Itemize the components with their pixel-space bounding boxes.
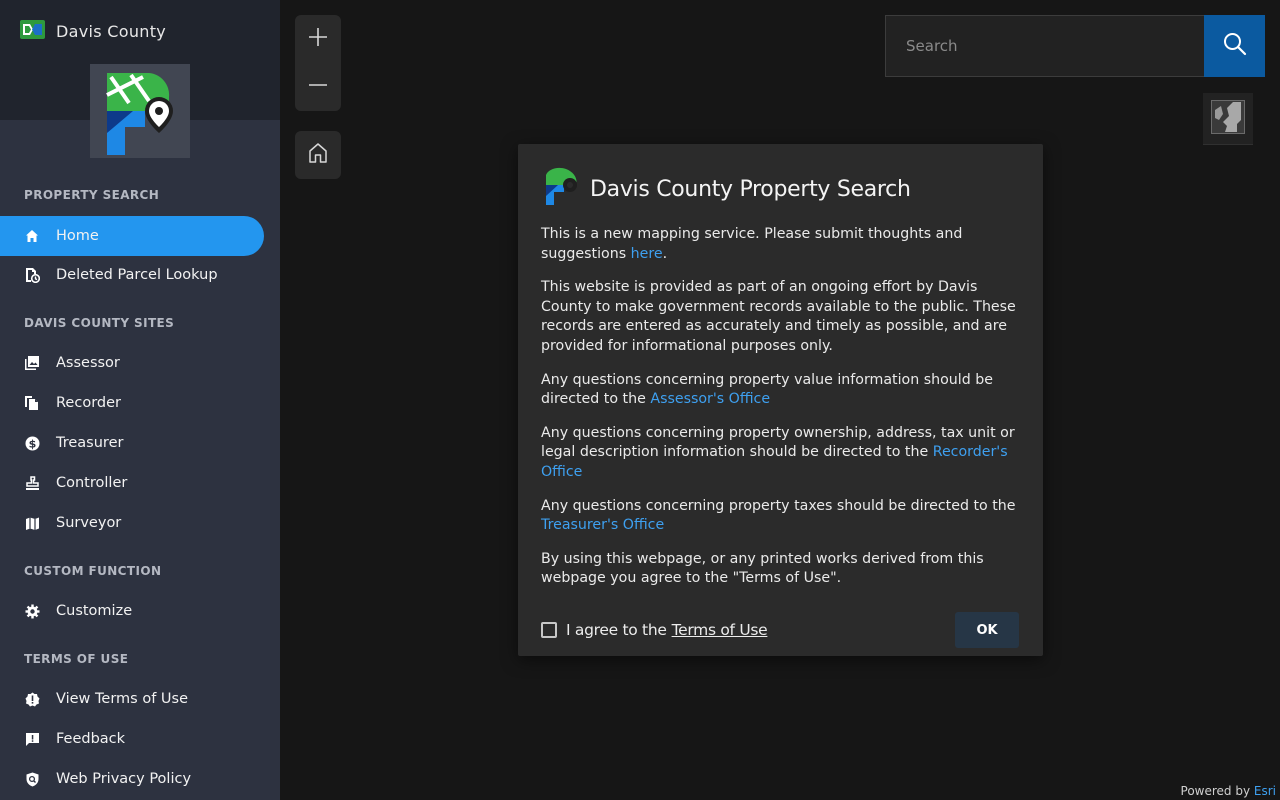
splash-dialog: Davis County Property Search This is a n… — [518, 144, 1043, 656]
dialog-title: Davis County Property Search — [590, 176, 911, 202]
section-title-property-search: PROPERTY SEARCH — [24, 188, 160, 202]
sidebar-item-recorder[interactable]: Recorder — [0, 383, 264, 423]
disclaimer-paragraph: This website is provided as part of an o… — [541, 279, 1016, 354]
ok-button[interactable]: OK — [955, 612, 1019, 648]
home-icon — [24, 228, 40, 244]
agree-label: I agree to the — [566, 621, 667, 639]
search-icon — [1223, 32, 1247, 60]
sidebar-item-label: Surveyor — [56, 515, 122, 531]
treasurer-office-link[interactable]: Treasurer's Office — [541, 517, 664, 533]
terms-agreement-paragraph: By using this webpage, or any printed wo… — [541, 550, 984, 587]
intro-end: . — [662, 245, 668, 262]
stamp-icon — [24, 475, 40, 491]
terms-of-use-link[interactable]: Terms of Use — [672, 621, 768, 639]
sidebar-item-home[interactable]: Home — [0, 216, 264, 256]
sidebar-item-label: Recorder — [56, 395, 121, 411]
minus-icon — [308, 75, 328, 99]
sidebar: Davis County PROPERTY SEARCH Home Delete… — [0, 0, 280, 800]
sidebar-item-customize[interactable]: Customize — [0, 591, 264, 631]
sidebar-item-label: Treasurer — [56, 435, 124, 451]
sidebar-item-label: Feedback — [56, 731, 126, 747]
app-title: Davis County — [56, 22, 167, 41]
sidebar-item-controller[interactable]: Controller — [0, 463, 264, 503]
intro-paragraph: This is a new mapping service. Please su… — [541, 225, 1016, 264]
home-outline-icon — [308, 142, 328, 168]
map-icon — [24, 515, 40, 531]
deleted-parcel-icon — [24, 267, 40, 283]
search-button[interactable] — [1204, 15, 1265, 77]
treasurer-paragraph: Any questions concerning property taxes … — [541, 497, 1016, 536]
dollar-icon: $ — [24, 435, 40, 451]
property-search-small-logo — [544, 167, 578, 211]
assessor-paragraph: Any questions concerning property value … — [541, 371, 1016, 410]
sidebar-item-label: Customize — [56, 603, 133, 619]
sidebar-item-label: View Terms of Use — [56, 691, 189, 707]
assessor-office-link[interactable]: Assessor's Office — [650, 391, 770, 407]
gear-icon — [24, 603, 40, 619]
sidebar-item-web-privacy-policy[interactable]: Web Privacy Policy — [0, 759, 264, 799]
default-extent-button[interactable] — [295, 131, 341, 179]
sidebar-item-label: Deleted Parcel Lookup — [56, 267, 218, 283]
svg-text:$: $ — [28, 437, 36, 450]
attribution-text: Powered by — [1180, 784, 1254, 798]
basemap-thumbnail-icon — [1211, 99, 1245, 138]
property-search-logo — [90, 64, 190, 158]
sidebar-item-label: Assessor — [56, 355, 120, 371]
alert-badge-icon — [24, 691, 40, 707]
search-widget — [885, 15, 1265, 77]
zoom-out-button[interactable] — [295, 63, 341, 111]
documents-icon — [24, 395, 40, 411]
sidebar-item-label: Web Privacy Policy — [56, 771, 192, 787]
section-title-davis-county-sites: DAVIS COUNTY SITES — [24, 316, 175, 330]
privacy-shield-icon — [24, 771, 40, 787]
agree-row: I agree to the Terms of Use — [541, 621, 768, 639]
section-title-custom-function: CUSTOM FUNCTION — [24, 564, 162, 578]
basemap-toggle-button[interactable] — [1203, 93, 1253, 145]
search-input[interactable] — [886, 16, 1204, 76]
image-gallery-icon — [24, 355, 40, 371]
section-title-terms-of-use: TERMS OF USE — [24, 652, 129, 666]
feedback-link[interactable]: here — [631, 246, 663, 262]
sidebar-item-label: Home — [56, 228, 99, 244]
recorder-paragraph: Any questions concerning property owners… — [541, 424, 1016, 483]
esri-link[interactable]: Esri — [1254, 784, 1276, 798]
sidebar-item-feedback[interactable]: Feedback — [0, 719, 264, 759]
sidebar-item-label: Controller — [56, 475, 128, 491]
dialog-body: This is a new mapping service. Please su… — [541, 225, 1016, 603]
agree-checkbox[interactable] — [541, 622, 557, 638]
plus-icon — [308, 27, 328, 51]
treasurer-text: Any questions concerning property taxes … — [541, 497, 1016, 514]
attribution: Powered by Esri — [1181, 784, 1276, 798]
sidebar-item-treasurer[interactable]: $ Treasurer — [0, 423, 264, 463]
sidebar-item-surveyor[interactable]: Surveyor — [0, 503, 264, 543]
county-logo-icon — [20, 20, 45, 43]
app-title-row: Davis County — [20, 20, 166, 43]
sidebar-item-deleted-parcel-lookup[interactable]: Deleted Parcel Lookup — [0, 255, 264, 295]
feedback-icon — [24, 731, 40, 747]
sidebar-item-assessor[interactable]: Assessor — [0, 343, 264, 383]
dialog-header: Davis County Property Search — [544, 167, 911, 211]
intro-text: This is a new mapping service. Please su… — [541, 226, 963, 262]
sidebar-item-view-terms-of-use[interactable]: View Terms of Use — [0, 679, 264, 719]
zoom-in-button[interactable] — [295, 15, 341, 63]
zoom-controls — [295, 15, 341, 111]
